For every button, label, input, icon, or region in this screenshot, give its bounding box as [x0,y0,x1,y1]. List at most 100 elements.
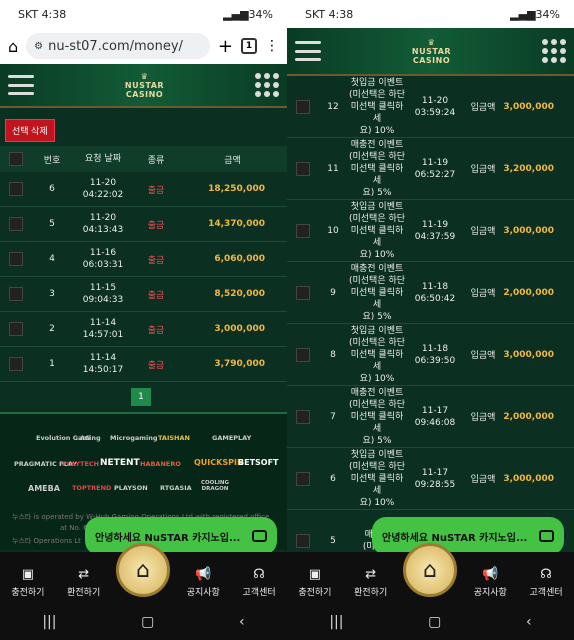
row-checkbox[interactable] [9,357,23,371]
row-checkbox[interactable] [296,409,310,424]
row-event: 매충전 이벤트 (미선택은 하단 미선택 클릭하세 요) 5% [347,387,407,447]
row-checkbox[interactable] [296,223,310,238]
table-row[interactable]: 6 첫입금 이벤트 (미선택은 하단 미선택 클릭하세 요) 10% 11-17 09:… [287,448,574,510]
row-checkbox[interactable] [296,99,310,114]
nav-exchange[interactable]: ⇄ 환전하기 [58,567,110,599]
event-line: 요) 10% [359,373,395,384]
page-1-button[interactable]: 1 [131,388,151,406]
row-checkbox[interactable] [9,217,23,231]
row-checkbox[interactable] [296,471,310,486]
row-checkbox[interactable] [296,533,310,548]
table-row[interactable]: 1 11-14 14:50:17 출금 3,790,000 [0,347,287,382]
home-button[interactable]: ⌂ [116,543,170,597]
chat-message: 안녕하세요 NuSTAR 카지노입... [382,532,528,544]
row-datetime: 11-19 06:52:27 [407,157,463,181]
row-checkbox[interactable] [9,252,23,266]
nav-label: 고객센터 [242,588,276,598]
chat-popup[interactable]: 안녕하세요 NuSTAR 카지노입... [85,517,277,555]
table-row[interactable]: 6 11-20 04:22:02 출금 18,250,000 [0,172,287,207]
back-icon[interactable]: ‹ [239,614,245,630]
provider-logo: TAISHAN [158,434,190,442]
logo[interactable]: ♛ NUSTAR CASINO [412,38,451,65]
row-datetime: 11-15 09:04:33 [72,282,134,306]
status-bar: SKT 4:38 ▂▄▆ 34% [287,0,574,28]
row-number: 1 [49,359,55,369]
nav-exchange[interactable]: ⇄ 환전하기 [345,567,397,599]
tab-count-button[interactable]: 1 [241,38,257,54]
chat-popup[interactable]: 안녕하세요 NuSTAR 카지노입... [372,517,564,555]
event-line: 첫입금 이벤트 [350,325,404,336]
battery-text: 34% [535,7,560,21]
nav-deposit[interactable]: ▣ 충전하기 [289,567,341,599]
row-type: 출금 [147,325,165,336]
event-line: 매충전 이벤트 [350,139,404,150]
home-icon[interactable]: ⌂ [8,37,18,56]
table-row[interactable]: 4 11-16 06:03:31 출금 6,060,000 [0,242,287,277]
apps-grid-icon[interactable] [254,73,279,97]
home-button[interactable]: ⌂ [403,543,457,597]
address-bar[interactable]: ⚙ nu-st07.com/money/ [26,33,210,59]
event-line: 첫입금 이벤트 [350,201,404,212]
back-icon[interactable]: ‹ [526,614,532,630]
wallet-icon: ▣ [21,566,35,582]
table-row[interactable]: 5 11-20 04:13:43 출금 14,370,000 [0,207,287,242]
row-time: 06:50:42 [414,293,456,304]
nav-support[interactable]: ☊ 고객센터 [233,567,285,599]
nav-label: 환전하기 [67,588,101,598]
table-row[interactable]: 9 매충전 이벤트 (미선택은 하단 미선택 클릭하세 요) 5% 11-18 06:5… [287,262,574,324]
row-date: 11-17 [421,405,449,416]
chat-bubble-icon[interactable] [252,530,267,542]
row-number: 5 [330,535,336,546]
nav-notice[interactable]: 📢 공지사항 [177,567,229,599]
provider-logo: GAMEPLAY [212,434,252,442]
table-row[interactable]: 12 첫입금 이벤트 (미선택은 하단 미선택 클릭하세 요) 10% 11-20 03… [287,76,574,138]
row-amount: 3,000,000 [503,349,554,360]
nav-deposit[interactable]: ▣ 충전하기 [2,566,54,599]
event-line: 미선택 클릭하세 [350,473,404,496]
recents-icon[interactable]: ||| [329,614,343,630]
system-home-icon[interactable]: ▢ [141,614,154,630]
row-number: 6 [49,184,55,194]
recents-icon[interactable]: ||| [42,614,56,630]
menu-icon[interactable]: ⋮ [265,38,279,54]
nav-notice[interactable]: 📢 공지사항 [464,566,516,599]
row-amount: 18,250,000 [208,184,265,194]
row-type: 입금액 [470,227,496,237]
carrier: SKT [305,7,326,21]
row-time: 09:04:33 [82,295,124,305]
row-checkbox[interactable] [9,287,23,301]
col-date: 요청 날짜 [85,154,121,164]
chat-bubble-icon[interactable] [539,530,554,542]
provider-logo: COOLING DRAGON [200,480,230,492]
row-date: 11-20 [89,213,117,223]
clock: 4:38 [41,7,67,21]
delete-selected-button[interactable]: 선택 삭제 [5,119,55,142]
logo[interactable]: ♛ NUSTAR CASINO [125,72,164,99]
row-date: 11-15 [89,283,117,293]
row-checkbox[interactable] [296,285,310,300]
new-tab-icon[interactable]: + [218,36,233,57]
select-all-checkbox[interactable] [9,152,23,166]
row-checkbox[interactable] [9,322,23,336]
row-amount: 14,370,000 [208,219,265,229]
table-row[interactable]: 2 11-14 14:57:01 출금 3,000,000 [0,312,287,347]
row-checkbox[interactable] [296,161,310,176]
table-row[interactable]: 11 매충전 이벤트 (미선택은 하단 미선택 클릭하세 요) 5% 11-19 06:… [287,138,574,200]
hamburger-menu-icon[interactable] [295,41,321,61]
table-row[interactable]: 3 11-15 09:04:33 출금 8,520,000 [0,277,287,312]
site-settings-icon[interactable]: ⚙ [34,41,43,52]
row-type: 입금액 [470,351,496,361]
table-row[interactable]: 10 첫입금 이벤트 (미선택은 하단 미선택 클릭하세 요) 10% 11-19 04… [287,200,574,262]
event-line: (미선택은 하단 [348,399,406,410]
row-checkbox[interactable] [296,347,310,362]
table-row[interactable]: 7 매충전 이벤트 (미선택은 하단 미선택 클릭하세 요) 5% 11-17 09:4… [287,386,574,448]
hamburger-menu-icon[interactable] [8,75,34,95]
table-row[interactable]: 8 첫입금 이벤트 (미선택은 하단 미선택 클릭하세 요) 10% 11-18 06:… [287,324,574,386]
event-line: 요) 5% [362,187,392,198]
nav-support[interactable]: ☊ 고객센터 [520,567,572,599]
row-checkbox[interactable] [9,182,23,196]
logo-line1: NUSTAR [411,46,452,56]
megaphone-icon: 📢 [482,566,499,582]
system-home-icon[interactable]: ▢ [428,614,441,630]
apps-grid-icon[interactable] [541,39,566,63]
